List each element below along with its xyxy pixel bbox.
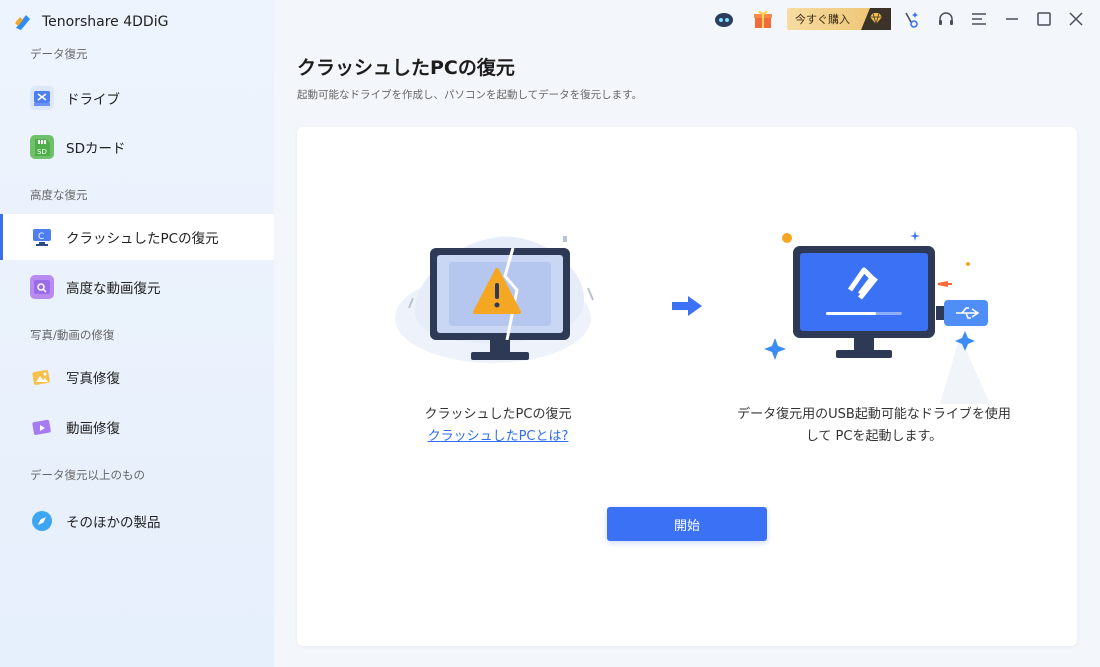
sidebar: Tenorshare 4DDiG データ復元 ドライブ SD SDカード 高度な… <box>0 0 274 667</box>
diamond-icon <box>861 8 891 30</box>
support-headset-icon[interactable] <box>934 8 958 30</box>
usb-boot-caption: データ復元用のUSB起動可能なドライブを使用して PCを起動します。 <box>737 407 1011 444</box>
magic-wand-icon[interactable] <box>900 8 924 30</box>
crashed-pc-caption: クラッシュしたPCの復元 クラッシュしたPCとは? <box>398 404 598 448</box>
what-is-crashed-pc-link[interactable]: クラッシュしたPCとは? <box>428 429 569 444</box>
sidebar-item-label: そのほかの製品 <box>66 515 161 531</box>
app-name: Tenorshare 4DDiG <box>42 14 169 30</box>
sidebar-item-label: クラッシュしたPCの復元 <box>66 231 219 247</box>
sidebar-item-advanced-video[interactable]: 高度な動画復元 <box>0 264 274 310</box>
section-label-beyond-recovery: データ復元以上のもの <box>30 468 145 482</box>
crashed-monitor-illustration <box>395 236 594 363</box>
section-label-photo-video-repair: 写真/動画の修復 <box>30 328 115 342</box>
app-logo-icon <box>15 15 30 30</box>
section-label-data-recovery: データ復元 <box>30 47 88 61</box>
compass-icon <box>30 509 54 533</box>
gift-icon[interactable] <box>751 8 775 30</box>
sidebar-item-photo-repair[interactable]: 写真修復 <box>0 354 274 400</box>
menu-icon[interactable] <box>967 8 991 30</box>
brand: Tenorshare 4DDiG <box>12 10 168 34</box>
photo-repair-icon <box>30 365 54 389</box>
sidebar-item-crashed-pc[interactable]: C クラッシュしたPCの復元 <box>0 214 274 260</box>
sidebar-item-video-repair[interactable]: 動画修復 <box>0 404 274 450</box>
sd-card-icon: SD <box>30 135 54 159</box>
sidebar-item-label: 写真修復 <box>66 371 120 387</box>
page-title: クラッシュしたPCの復元 <box>297 57 515 79</box>
sidebar-item-label: 動画修復 <box>66 421 120 437</box>
buy-now-button[interactable]: 今すぐ購入 <box>787 8 891 30</box>
assistant-robot-icon[interactable] <box>712 8 736 30</box>
drive-icon <box>30 86 54 110</box>
sidebar-item-label: 高度な動画復元 <box>66 281 161 297</box>
sidebar-item-label: SDカード <box>66 141 126 157</box>
minimize-icon[interactable] <box>1000 8 1024 30</box>
sidebar-item-sd-card[interactable]: SD SDカード <box>0 124 274 170</box>
close-icon[interactable] <box>1064 8 1088 30</box>
sidebar-item-other-products[interactable]: そのほかの製品 <box>0 498 274 544</box>
buy-now-label: 今すぐ購入 <box>795 13 850 26</box>
crashed-pc-icon: C <box>30 225 54 249</box>
sidebar-item-drive[interactable]: ドライブ <box>0 75 274 121</box>
video-repair-icon <box>30 415 54 439</box>
page-subtitle: 起動可能なドライブを作成し、パソコンを起動してデータを復元します。 <box>297 89 643 101</box>
sidebar-item-label: ドライブ <box>66 92 120 108</box>
crashed-pc-caption-text: クラッシュしたPCの復元 <box>424 407 572 422</box>
section-label-advanced: 高度な復元 <box>30 188 88 202</box>
start-button[interactable]: 開始 <box>607 507 767 541</box>
maximize-icon[interactable] <box>1032 8 1056 30</box>
video-recovery-icon <box>30 275 54 299</box>
usb-boot-monitor-illustration <box>764 231 990 404</box>
svg-text:SD: SD <box>37 148 47 156</box>
arrow-right-icon <box>672 296 702 316</box>
svg-text:C: C <box>38 232 44 242</box>
